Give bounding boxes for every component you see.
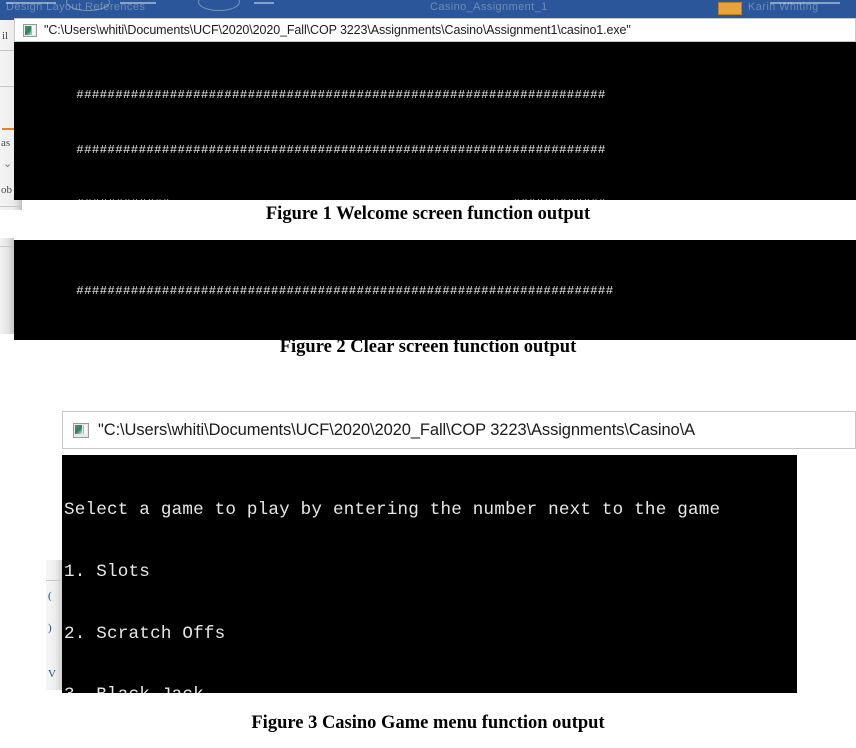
ribbon-shape-icon: [198, 0, 240, 11]
console-window-3: Select a game to play by entering the nu…: [62, 455, 797, 693]
console-window-3-output: Select a game to play by entering the nu…: [62, 455, 797, 693]
console-window-1: ########################################…: [14, 42, 856, 200]
figure-1-caption: Figure 1 Welcome screen function output: [265, 204, 591, 224]
console-window-icon: [23, 23, 37, 37]
ribbon-divider: [770, 2, 840, 4]
terminal-line: ########################################…: [14, 142, 606, 157]
pane-fragment: il: [2, 30, 9, 42]
terminal-line-menu-option: 1. Slots: [64, 561, 151, 582]
figure-3-caption: Figure 3 Casino Game menu function outpu…: [251, 713, 605, 733]
console-window-icon: [73, 422, 89, 438]
ribbon-highlight-chip-icon[interactable]: [718, 2, 742, 15]
pane-fragment: V: [48, 668, 56, 680]
terminal-line-menu-prompt: Select a game to play by entering the nu…: [64, 500, 721, 520]
chevron-down-icon[interactable]: ⌄: [3, 157, 12, 170]
console-window-3-titlebar[interactable]: "C:\Users\whiti\Documents\UCF\2020\2020_…: [62, 411, 856, 449]
console-window-3-title: "C:\Users\whiti\Documents\UCF\2020\2020_…: [98, 420, 696, 439]
terminal-line-menu-option: 3. Black Jack: [64, 683, 797, 693]
ribbon-divider: [120, 2, 156, 4]
ribbon-divider: [6, 2, 56, 4]
terminal-line: ########################################…: [14, 284, 614, 298]
terminal-line: ########################################…: [14, 88, 606, 102]
terminal-line-menu-option: 2. Scratch Offs: [64, 623, 226, 644]
console-window-1-title: "C:\Users\whiti\Documents\UCF\2020\2020_…: [44, 23, 631, 37]
pane-divider: [0, 246, 14, 247]
word-left-pane-secondary: [0, 238, 14, 334]
console-window-2-output: ########################################…: [14, 240, 856, 340]
ribbon-document-name-ghost: Casino_Assignment_1: [430, 1, 548, 13]
pane-divider: [46, 580, 62, 581]
pane-fragment: ): [48, 622, 52, 634]
console-window-1-output: ########################################…: [14, 42, 856, 200]
terminal-line: ############ ############: [14, 195, 856, 200]
ribbon-divider: [254, 2, 274, 4]
word-left-pane-tertiary: ( ) V: [46, 560, 62, 690]
pane-fragment: (: [48, 590, 52, 602]
pane-fragment: as: [1, 137, 11, 149]
console-window-2: ########################################…: [14, 240, 856, 340]
pane-fragment: ob: [1, 184, 12, 196]
console-window-1-titlebar[interactable]: "C:\Users\whiti\Documents\UCF\2020\2020_…: [14, 18, 856, 42]
word-ribbon-strip: Design Layout References Casino_Assignme…: [0, 0, 856, 20]
figure-2-caption: Figure 2 Clear screen function output: [279, 337, 577, 357]
